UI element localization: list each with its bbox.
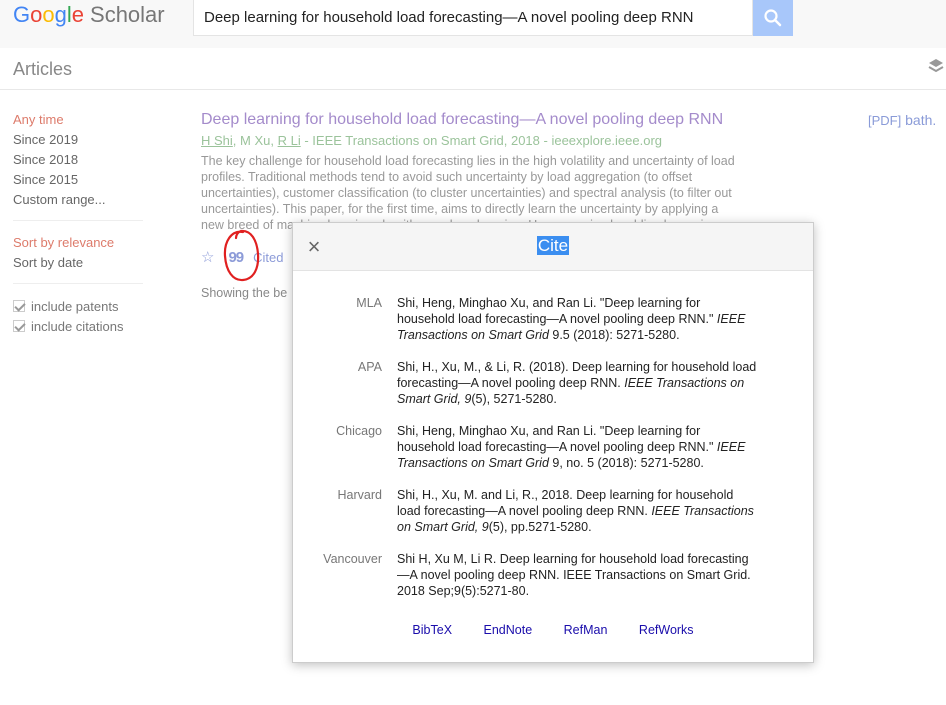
citation-text[interactable]: Shi, Heng, Minghao Xu, and Ran Li. "Deep…	[397, 423, 757, 487]
results-header: Articles	[0, 48, 946, 90]
citation-style-label: MLA	[356, 296, 382, 310]
red-annotation-circle	[223, 229, 260, 282]
include-citations-label: include citations	[31, 318, 124, 334]
pdf-domain: bath.	[905, 112, 937, 128]
include-citations-checkbox[interactable]: include citations	[13, 316, 148, 336]
divider	[13, 220, 143, 221]
filter-since-2015[interactable]: Since 2015	[13, 170, 148, 190]
star-icon[interactable]: ☆	[201, 248, 214, 266]
citation-text[interactable]: Shi, H., Xu, M., & Li, R. (2018). Deep l…	[397, 359, 757, 423]
dialog-header: × Cite	[293, 223, 813, 271]
divider	[13, 283, 143, 284]
sidebar: Any time Since 2019 Since 2018 Since 201…	[13, 110, 148, 336]
dialog-title-text: Cite	[536, 236, 570, 255]
google-scholar-logo[interactable]: Google Scholar	[13, 2, 165, 28]
author-name: M Xu	[240, 133, 271, 148]
page-title: Articles	[13, 59, 73, 79]
export-bibtex-link[interactable]: BibTeX	[412, 623, 452, 637]
citation-style-label: Chicago	[336, 424, 382, 438]
search-box	[193, 0, 753, 36]
citation-style-label: Harvard	[337, 488, 382, 502]
citation-row: Chicago Shi, Heng, Minghao Xu, and Ran L…	[293, 423, 813, 487]
checkbox-checked-icon	[13, 320, 25, 332]
search-input[interactable]	[194, 0, 752, 34]
result-title-link[interactable]: Deep learning for household load forecas…	[201, 110, 761, 130]
citation-list: MLA Shi, Heng, Minghao Xu, and Ran Li. "…	[293, 295, 813, 615]
include-patents-checkbox[interactable]: include patents	[13, 296, 148, 316]
search-icon	[764, 9, 782, 27]
sort-by-date[interactable]: Sort by date	[13, 253, 148, 273]
filter-since-2018[interactable]: Since 2018	[13, 150, 148, 170]
search-button[interactable]	[753, 0, 793, 36]
result-source: - IEEE Transactions on Smart Grid, 2018 …	[300, 133, 663, 148]
include-patents-label: include patents	[31, 298, 119, 314]
citation-row: APA Shi, H., Xu, M., & Li, R. (2018). De…	[293, 359, 813, 423]
author-link[interactable]: H Shi	[201, 133, 233, 148]
citation-style-label: Vancouver	[323, 552, 382, 566]
citation-row: MLA Shi, Heng, Minghao Xu, and Ran Li. "…	[293, 295, 813, 359]
export-endnote-link[interactable]: EndNote	[484, 623, 533, 637]
logo-google-text: Google	[13, 2, 85, 27]
pdf-tag: [PDF]	[868, 113, 902, 128]
export-refworks-link[interactable]: RefWorks	[639, 623, 694, 637]
export-refman-link[interactable]: RefMan	[564, 623, 608, 637]
filter-since-2019[interactable]: Since 2019	[13, 130, 148, 150]
author-link[interactable]: R Li	[278, 133, 301, 148]
dialog-title: Cite	[293, 236, 813, 256]
pdf-link[interactable]: [PDF] bath.	[868, 112, 936, 128]
filter-custom-range[interactable]: Custom range...	[13, 190, 148, 210]
cite-dialog: × Cite MLA Shi, Heng, Minghao Xu, and Ra…	[292, 222, 814, 663]
citation-row: Harvard Shi, H., Xu, M. and Li, R., 2018…	[293, 487, 813, 551]
top-bar: Google Scholar	[0, 0, 946, 48]
sort-by-relevance[interactable]: Sort by relevance	[13, 233, 148, 253]
citation-text[interactable]: Shi, Heng, Minghao Xu, and Ran Li. "Deep…	[397, 295, 757, 359]
citation-text[interactable]: Shi, H., Xu, M. and Li, R., 2018. Deep l…	[397, 487, 757, 551]
checkbox-checked-icon	[13, 300, 25, 312]
filter-any-time[interactable]: Any time	[13, 110, 148, 130]
layers-icon[interactable]	[928, 58, 944, 76]
citation-style-label: APA	[357, 360, 382, 374]
logo-scholar-text: Scholar	[90, 2, 165, 27]
citation-row: Vancouver Shi H, Xu M, Li R. Deep learni…	[293, 551, 813, 615]
export-links: BibTeX EndNote RefMan RefWorks	[293, 623, 813, 637]
result-meta: H Shi, M Xu, R Li - IEEE Transactions on…	[201, 133, 663, 148]
showing-text: Showing the be	[201, 286, 288, 300]
citation-text[interactable]: Shi H, Xu M, Li R. Deep learning for hou…	[397, 551, 757, 615]
